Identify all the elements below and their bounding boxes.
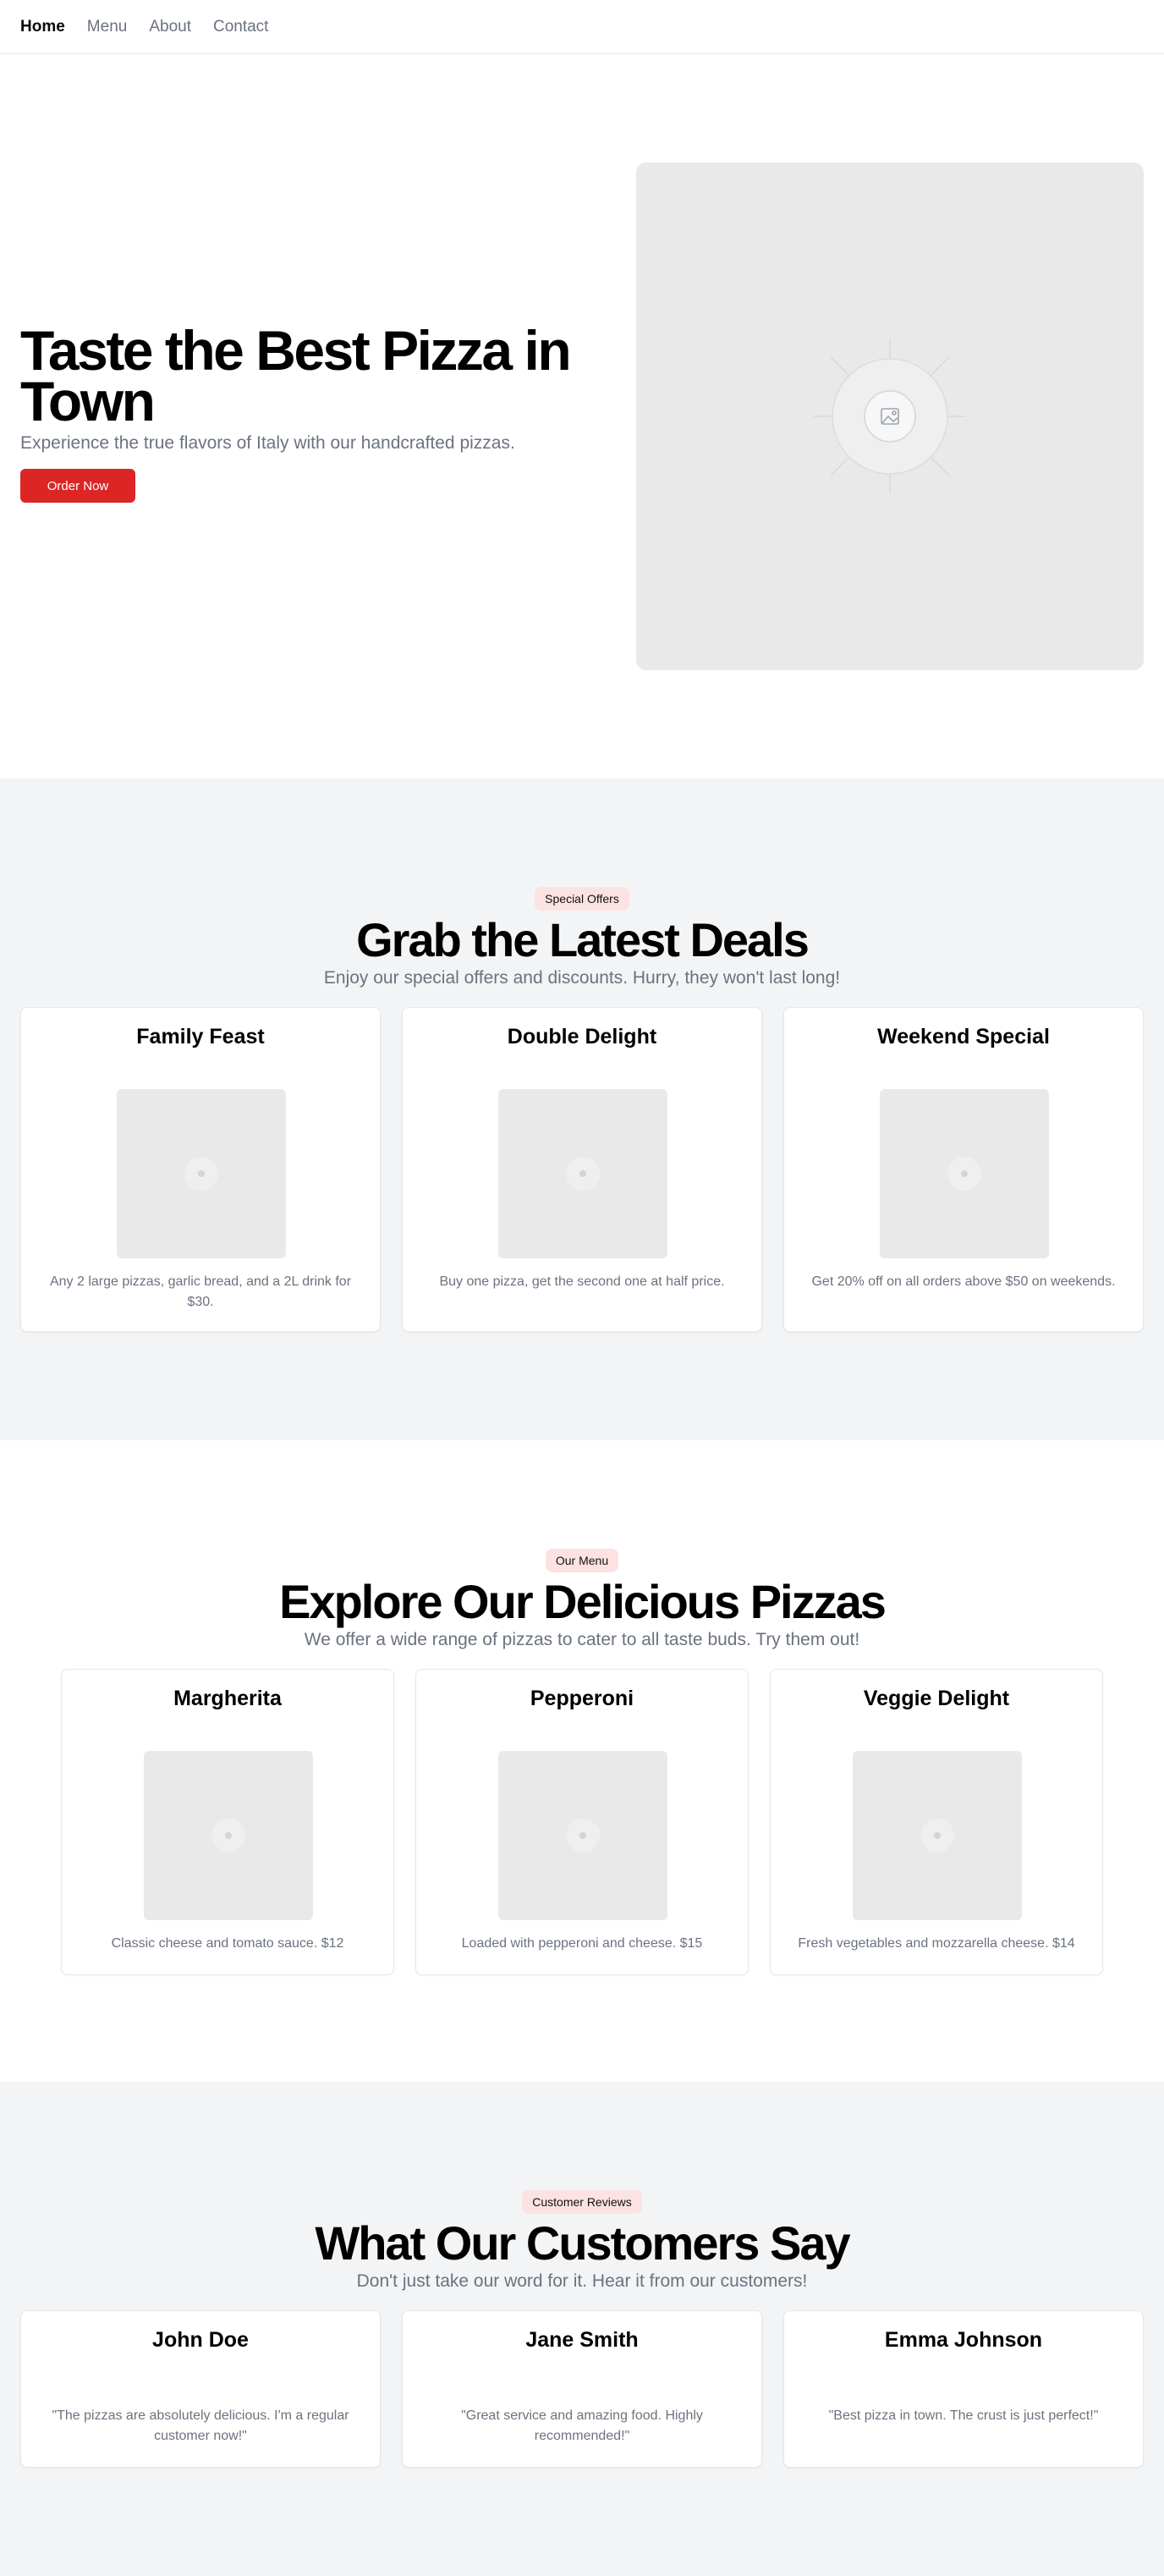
reviews-badge: Customer Reviews bbox=[522, 2190, 642, 2214]
image-dot-icon bbox=[947, 1157, 981, 1191]
pizza-card-description: Fresh vegetables and mozzarella cheese. … bbox=[798, 1936, 1075, 1951]
deal-card-description: Buy one pizza, get the second one at hal… bbox=[439, 1274, 725, 1289]
nav-home-link[interactable]: Home bbox=[20, 18, 65, 36]
review-card: Emma Johnson "Best pizza in town. The cr… bbox=[783, 2310, 1144, 2468]
deal-image-placeholder bbox=[880, 1089, 1049, 1258]
hero-image-placeholder bbox=[636, 162, 1144, 670]
deals-title: Grab the Latest Deals bbox=[356, 913, 810, 966]
deal-card-title: Family Feast bbox=[136, 1025, 265, 1049]
pizza-card-description: Loaded with pepperoni and cheese. $15 bbox=[461, 1936, 703, 1951]
hero-subtitle: Experience the true flavors of Italy wit… bbox=[20, 433, 515, 453]
deals-subtitle: Enjoy our special offers and discounts. … bbox=[323, 968, 841, 988]
image-dot-icon bbox=[211, 1819, 245, 1852]
hero-title: Taste the Best Pizza in Town bbox=[20, 319, 572, 432]
review-quote: "Best pizza in town. The crust is just p… bbox=[828, 2408, 1099, 2423]
reviews-title: What Our Customers Say bbox=[315, 2216, 850, 2270]
review-quote: "Great service and amazing food. Highly … bbox=[461, 2408, 703, 2443]
deal-card-title: Weekend Special bbox=[877, 1025, 1050, 1049]
deal-image-placeholder bbox=[498, 1089, 667, 1258]
deal-card-title: Double Delight bbox=[507, 1025, 657, 1049]
deal-card[interactable]: Double Delight Buy one pizza, get the se… bbox=[402, 1007, 762, 1332]
menu-title: Explore Our Delicious Pizzas bbox=[279, 1575, 887, 1628]
pizza-image-placeholder bbox=[144, 1751, 313, 1920]
review-author: John Doe bbox=[152, 2328, 249, 2352]
order-now-button[interactable]: Order Now bbox=[20, 469, 135, 503]
review-card: Jane Smith "Great service and amazing fo… bbox=[402, 2310, 762, 2468]
deal-card-description: Any 2 large pizzas, garlic bread, and a … bbox=[49, 1274, 352, 1309]
review-author: Emma Johnson bbox=[884, 2328, 1043, 2352]
nav-contact-link[interactable]: Contact bbox=[213, 18, 268, 36]
deal-card[interactable]: Family Feast Any 2 large pizzas, garlic … bbox=[20, 1007, 381, 1332]
nav-menu-link[interactable]: Menu bbox=[87, 18, 128, 36]
pizza-image-placeholder bbox=[498, 1751, 667, 1920]
menu-header: Our Menu Explore Our Delicious Pizzas We… bbox=[0, 1549, 1164, 1650]
review-quote: "The pizzas are absolutely delicious. I'… bbox=[52, 2408, 349, 2443]
deal-card[interactable]: Weekend Special Get 20% off on all order… bbox=[783, 1007, 1144, 1332]
nav-about-link[interactable]: About bbox=[149, 18, 191, 36]
pizza-card-title: Margherita bbox=[173, 1687, 282, 1710]
menu-badge: Our Menu bbox=[545, 1549, 619, 1572]
hero-text: Taste the Best Pizza in Town Experience … bbox=[20, 319, 596, 503]
reviews-section: Customer Reviews What Our Customers Say … bbox=[0, 2082, 1164, 2576]
pizza-card[interactable]: Veggie Delight Fresh vegetables and mozz… bbox=[770, 1669, 1103, 1975]
pizza-card-description: Classic cheese and tomato sauce. $12 bbox=[111, 1936, 344, 1951]
deal-image-placeholder bbox=[117, 1089, 286, 1258]
review-author: Jane Smith bbox=[525, 2328, 639, 2352]
menu-section: Our Menu Explore Our Delicious Pizzas We… bbox=[0, 1440, 1164, 2082]
image-placeholder-icon bbox=[814, 340, 966, 493]
reviews-header: Customer Reviews What Our Customers Say … bbox=[0, 2190, 1164, 2292]
image-dot-icon bbox=[566, 1157, 600, 1191]
top-nav: Home Menu About Contact bbox=[0, 0, 1164, 54]
deals-header: Special Offers Grab the Latest Deals Enj… bbox=[0, 887, 1164, 988]
pizza-card-title: Veggie Delight bbox=[863, 1687, 1010, 1710]
hero-section: Taste the Best Pizza in Town Experience … bbox=[0, 54, 1164, 779]
image-dot-icon bbox=[920, 1819, 954, 1852]
review-card: John Doe "The pizzas are absolutely deli… bbox=[20, 2310, 381, 2468]
image-dot-icon bbox=[566, 1819, 600, 1852]
deals-section: Special Offers Grab the Latest Deals Enj… bbox=[0, 779, 1164, 1440]
pizza-card[interactable]: Pepperoni Loaded with pepperoni and chee… bbox=[415, 1669, 749, 1975]
pizza-image-placeholder bbox=[853, 1751, 1022, 1920]
deals-badge: Special Offers bbox=[535, 887, 629, 911]
deal-card-description: Get 20% off on all orders above $50 on w… bbox=[811, 1274, 1116, 1289]
pizza-card[interactable]: Margherita Classic cheese and tomato sau… bbox=[61, 1669, 394, 1975]
menu-subtitle: We offer a wide range of pizzas to cater… bbox=[304, 1630, 860, 1649]
pizza-card-title: Pepperoni bbox=[530, 1687, 634, 1710]
reviews-subtitle: Don't just take our word for it. Hear it… bbox=[356, 2271, 808, 2291]
image-dot-icon bbox=[184, 1157, 218, 1191]
